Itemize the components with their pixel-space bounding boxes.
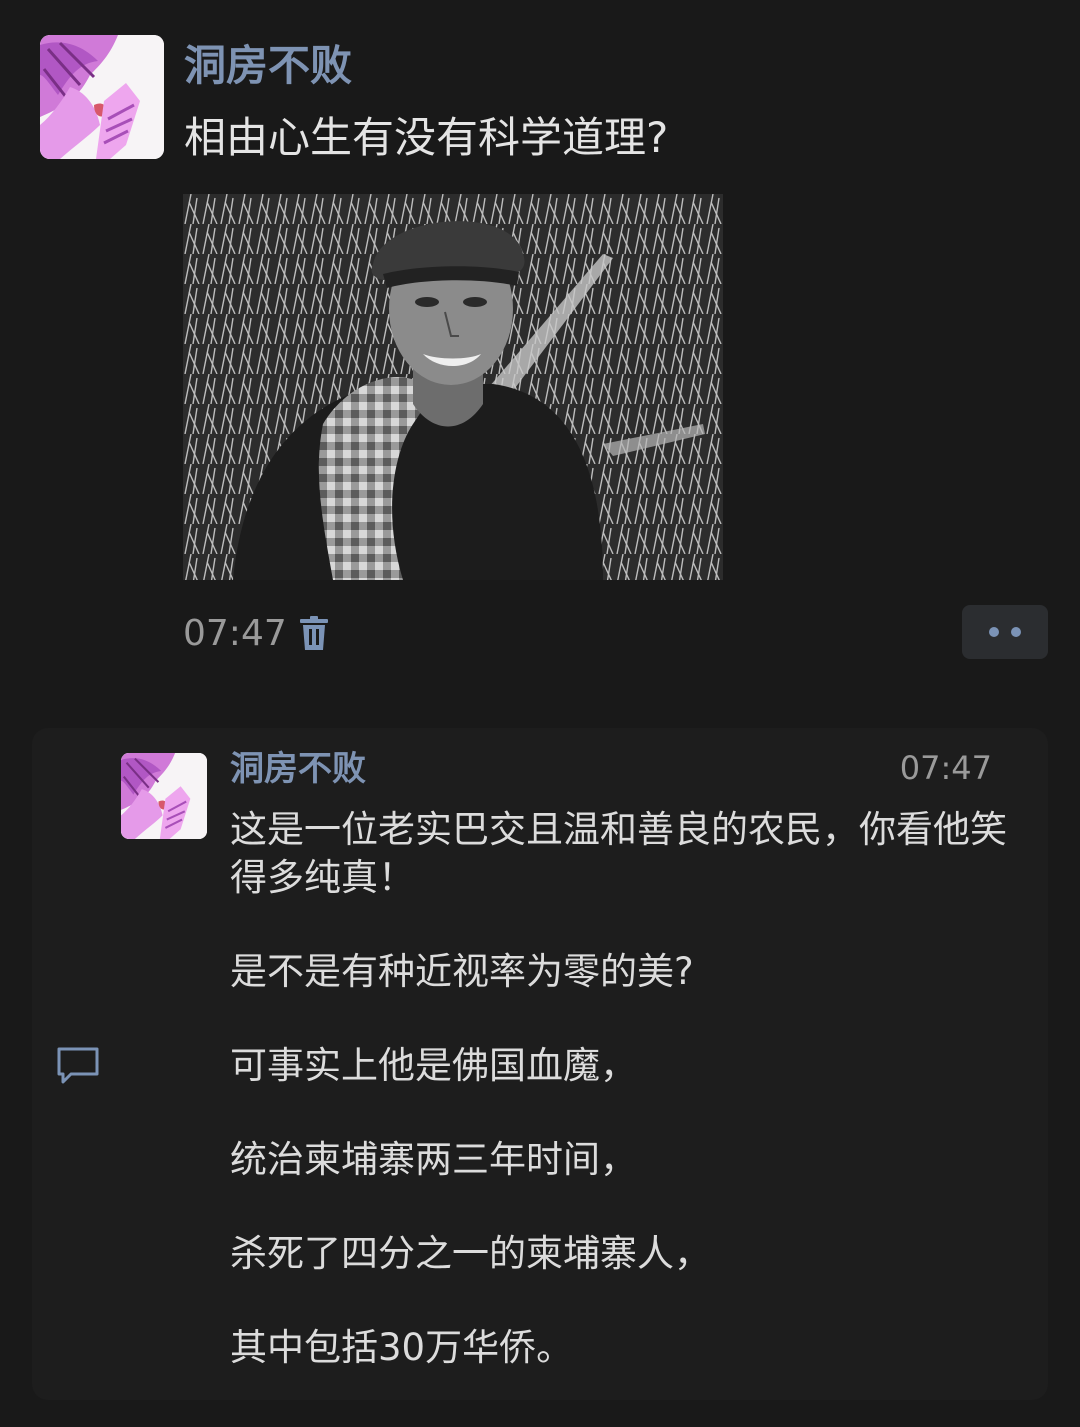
avatar-illustration (40, 35, 164, 159)
more-dots-icon (989, 627, 999, 637)
more-dots-icon (1011, 627, 1021, 637)
comment-timestamp: 07:47 (899, 749, 992, 787)
post-photo[interactable] (183, 194, 723, 580)
comment-author-name[interactable]: 洞房不败 (230, 746, 366, 792)
chat-page: 洞房不败 相由心生有没有科学道理? 07:47 洞房不败 07:47 这是一位老… (0, 0, 1080, 1427)
post-author-name[interactable]: 洞房不败 (184, 38, 352, 94)
comment-bubble-icon[interactable] (55, 1046, 101, 1086)
comment-body: 这是一位老实巴交且温和善良的农民，你看他笑得多纯真！ 是不是有种近视率为零的美?… (230, 806, 1020, 1372)
comment-line: 其中包括30万华侨。 (230, 1326, 574, 1369)
comment-line: 统治柬埔寨两三年时间， (230, 1138, 637, 1181)
post-text: 相由心生有没有科学道理? (184, 113, 669, 162)
comment-line: 可事实上他是佛国血魔， (230, 1044, 637, 1087)
more-options-button[interactable] (962, 605, 1048, 659)
avatar-illustration (121, 753, 207, 839)
photo-illustration (183, 194, 723, 580)
comment-line: 是不是有种近视率为零的美? (230, 950, 694, 993)
avatar[interactable] (40, 35, 164, 159)
post-timestamp: 07:47 (183, 613, 287, 654)
trash-icon[interactable] (298, 616, 330, 652)
comment-line: 这是一位老实巴交且温和善良的农民，你看他笑得多纯真！ (230, 808, 1007, 899)
comment-avatar[interactable] (121, 753, 207, 839)
comment-line: 杀死了四分之一的柬埔寨人， (230, 1232, 711, 1275)
